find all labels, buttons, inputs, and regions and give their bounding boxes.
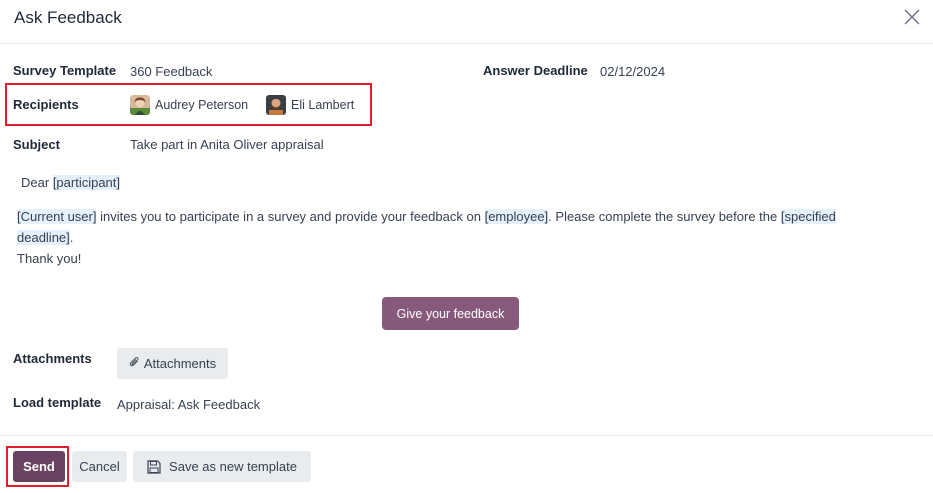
dialog-title: Ask Feedback bbox=[14, 8, 122, 27]
attachments-button-label: Attachments bbox=[143, 356, 217, 371]
paperclip-icon bbox=[129, 356, 140, 371]
deadline-placeholder: deadline] bbox=[17, 230, 70, 245]
save-as-template-label: Save as new template bbox=[169, 459, 297, 474]
current-user-placeholder: [Current user] bbox=[17, 209, 97, 224]
thanks-text: Thank you! bbox=[17, 251, 82, 266]
answer-deadline-field[interactable]: 02/12/2024 bbox=[600, 64, 665, 79]
recipient-name: Eli Lambert bbox=[291, 98, 355, 112]
give-feedback-button[interactable]: Give your feedback bbox=[382, 297, 519, 330]
save-as-template-button[interactable]: Save as new template bbox=[133, 451, 311, 482]
message-paragraph[interactable]: [Current user] invites you to participat… bbox=[17, 206, 897, 269]
answer-deadline-label: Answer Deadline bbox=[483, 63, 588, 78]
close-icon[interactable] bbox=[901, 6, 923, 28]
greeting-line[interactable]: Dear [participant] bbox=[21, 172, 121, 193]
specified-placeholder: [specified bbox=[780, 209, 836, 224]
load-template-label: Load template bbox=[13, 395, 102, 410]
complete-text: . Please complete the survey before the bbox=[548, 209, 778, 224]
participant-placeholder: [participant] bbox=[52, 175, 121, 190]
survey-template-label: Survey Template bbox=[13, 63, 117, 78]
load-template-field[interactable]: Appraisal: Ask Feedback bbox=[117, 397, 260, 412]
cancel-button[interactable]: Cancel bbox=[72, 451, 127, 482]
attachments-button[interactable]: Attachments bbox=[117, 348, 228, 379]
recipients-label: Recipients bbox=[13, 97, 79, 112]
survey-template-field[interactable]: 360 Feedback bbox=[130, 64, 212, 79]
recipient-chip[interactable]: Eli Lambert bbox=[266, 94, 354, 116]
employee-placeholder: [employee] bbox=[484, 209, 549, 224]
period-text: . bbox=[69, 230, 74, 245]
invite-text: invites you to participate in a survey a… bbox=[100, 209, 481, 224]
avatar bbox=[130, 95, 150, 115]
subject-field[interactable]: Take part in Anita Oliver appraisal bbox=[130, 137, 324, 152]
attachments-label: Attachments bbox=[13, 351, 92, 366]
avatar bbox=[266, 95, 286, 115]
floppy-disk-icon bbox=[147, 459, 161, 474]
dialog-header: Ask Feedback bbox=[0, 0, 933, 44]
recipient-name: Audrey Peterson bbox=[155, 98, 249, 112]
recipient-chip[interactable]: Audrey Peterson bbox=[130, 94, 248, 116]
subject-label: Subject bbox=[13, 137, 60, 152]
greeting-text: Dear bbox=[21, 175, 50, 190]
send-button[interactable]: Send bbox=[13, 451, 65, 482]
